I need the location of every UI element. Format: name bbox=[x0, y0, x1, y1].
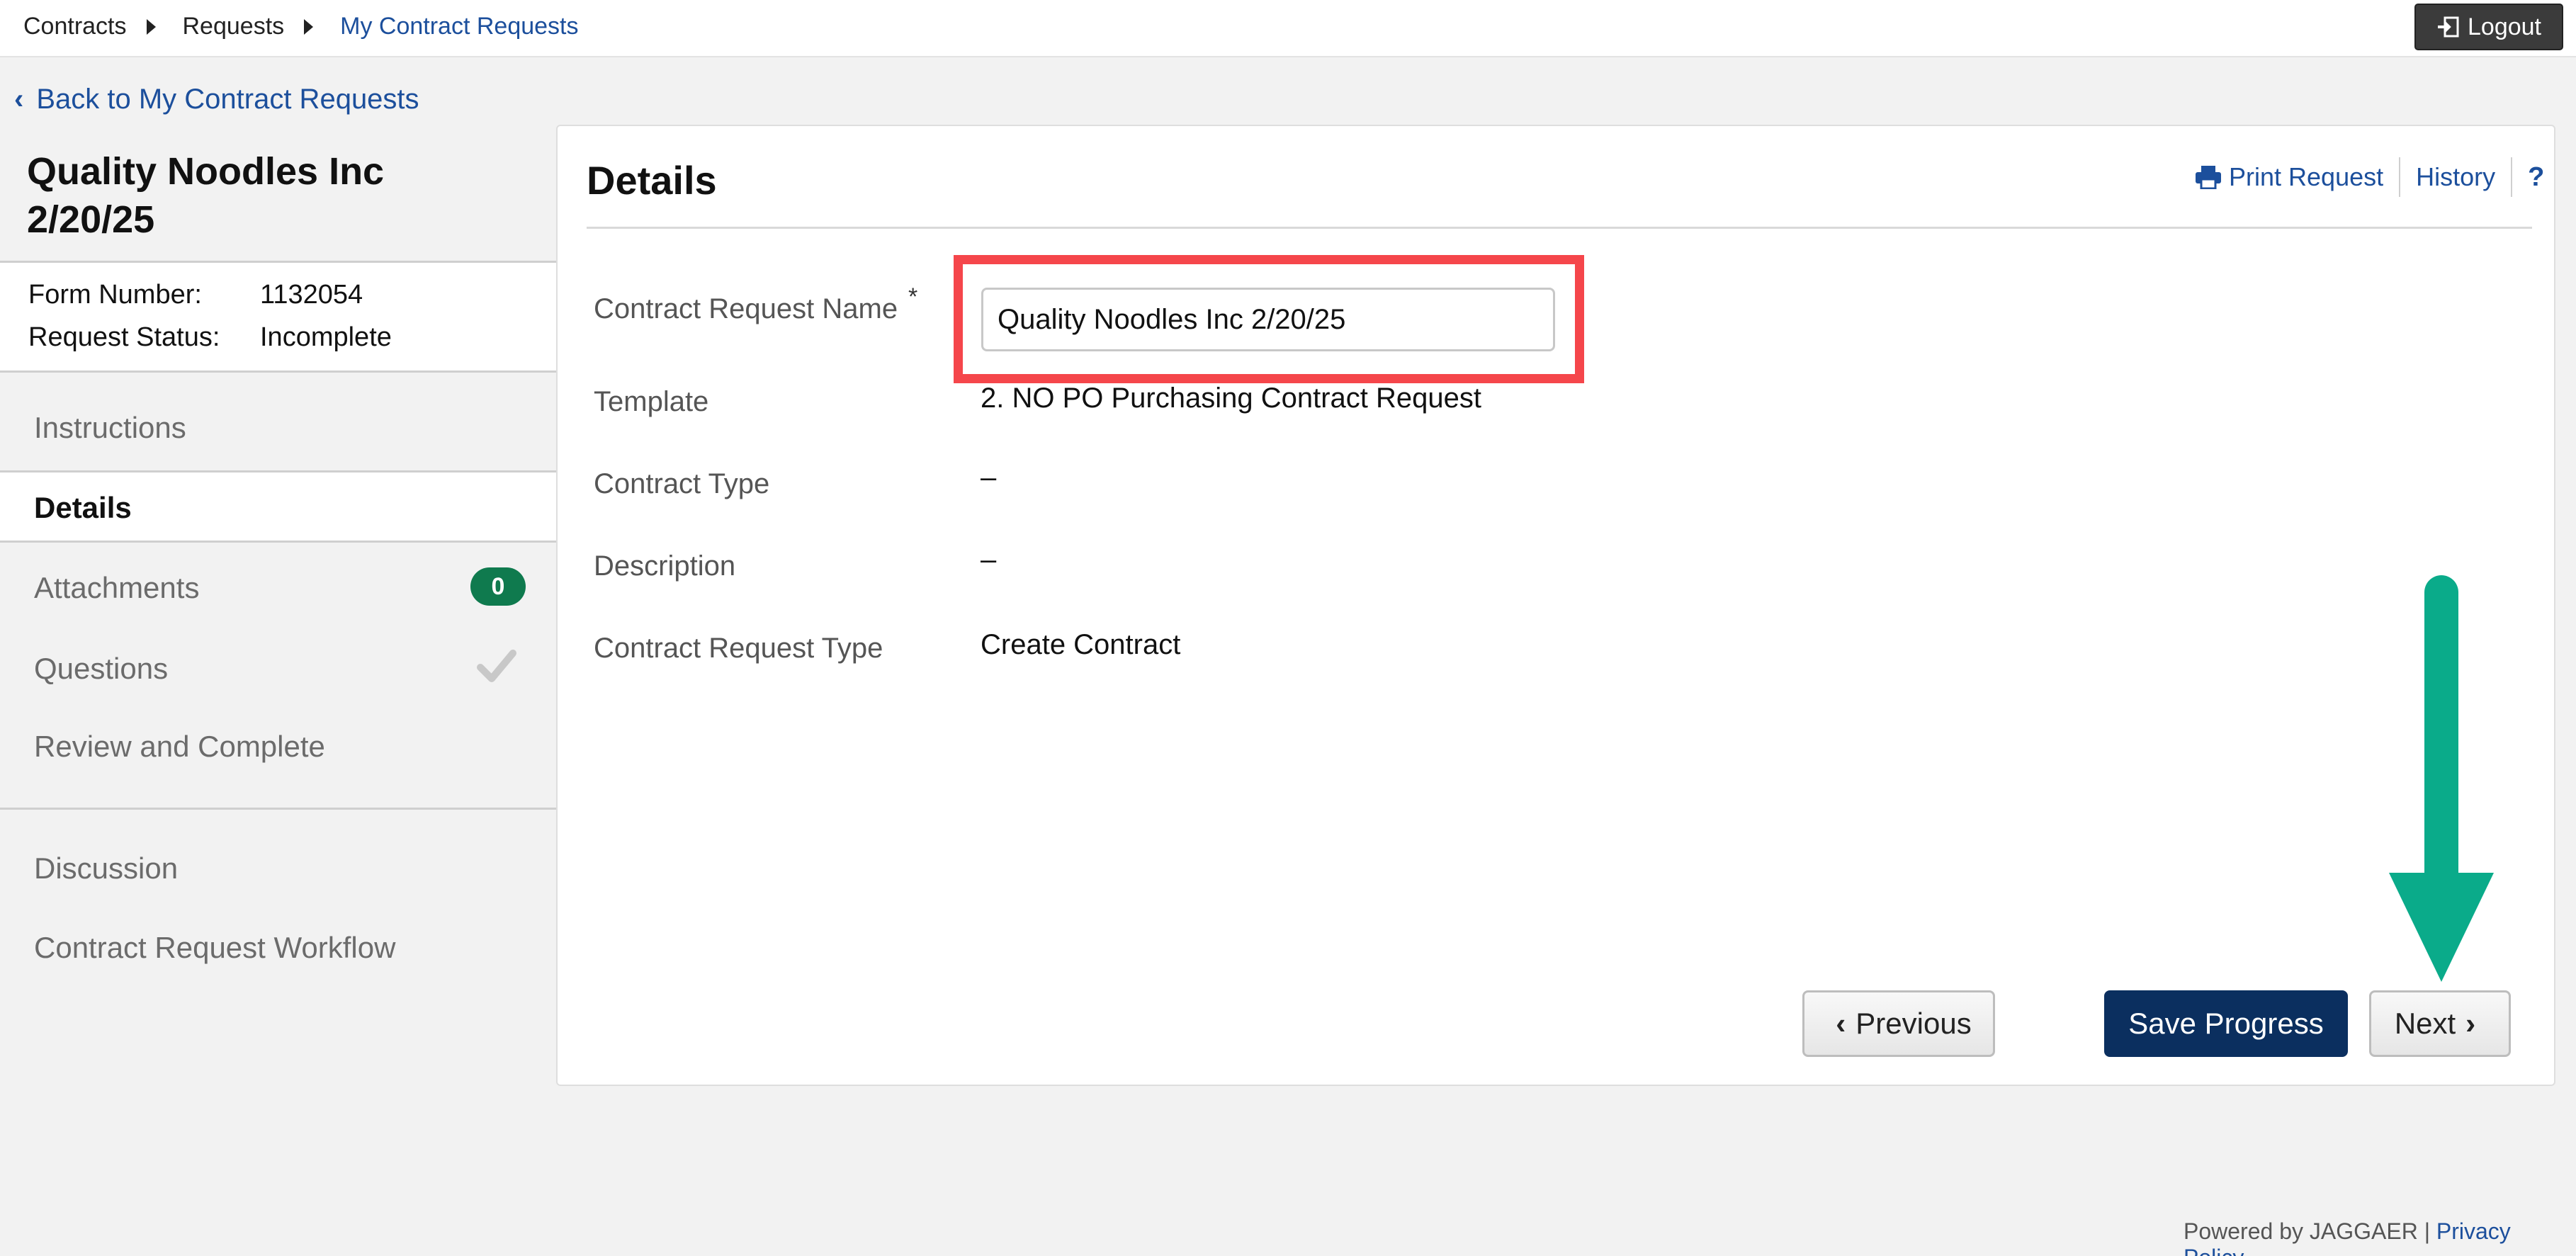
form-number-label: Form Number: bbox=[28, 280, 202, 310]
nav-item-questions[interactable]: Questions bbox=[34, 652, 168, 686]
help-link[interactable]: ? bbox=[2512, 162, 2560, 193]
breadcrumb-separator-icon bbox=[146, 18, 156, 35]
nav-item-instructions[interactable]: Instructions bbox=[34, 411, 186, 445]
print-request-link[interactable]: Print Request bbox=[2179, 162, 2399, 192]
breadcrumb-requests[interactable]: Requests bbox=[183, 13, 285, 40]
chevron-left-icon: ‹ bbox=[1836, 1007, 1846, 1040]
request-status-value: Incomplete bbox=[260, 322, 392, 352]
next-label: Next bbox=[2394, 1007, 2456, 1040]
history-link[interactable]: History bbox=[2400, 162, 2511, 192]
previous-button[interactable]: ‹ Previous bbox=[1802, 990, 1995, 1057]
logout-icon bbox=[2436, 16, 2459, 38]
chevron-left-icon: ‹ bbox=[14, 84, 24, 115]
page-title: Details bbox=[587, 158, 717, 203]
template-value: 2. NO PO Purchasing Contract Request bbox=[981, 383, 1481, 414]
contract-request-type-label: Contract Request Type bbox=[594, 633, 883, 664]
footer: Powered by JAGGAER | Privacy Policy bbox=[2184, 1218, 2576, 1256]
contract-request-name-input[interactable] bbox=[981, 288, 1555, 351]
logout-button[interactable]: Logout bbox=[2414, 4, 2563, 50]
print-request-label: Print Request bbox=[2229, 162, 2384, 191]
breadcrumb-contracts[interactable]: Contracts bbox=[23, 13, 127, 40]
powered-by-text: Powered by JAGGAER | bbox=[2184, 1218, 2436, 1244]
breadcrumb-separator-icon bbox=[304, 18, 314, 35]
request-meta: Form Number: 1132054 Request Status: Incom… bbox=[0, 261, 557, 373]
next-button[interactable]: Next › bbox=[2369, 990, 2511, 1057]
attachments-count-badge: 0 bbox=[470, 567, 526, 606]
header-divider bbox=[587, 227, 2532, 229]
description-label: Description bbox=[594, 550, 736, 582]
printer-icon bbox=[2196, 166, 2221, 189]
save-progress-button[interactable]: Save Progress bbox=[2104, 990, 2348, 1057]
nav-item-details-label: Details bbox=[34, 491, 132, 524]
nav-item-details[interactable]: Details bbox=[0, 470, 557, 543]
request-title-line2: 2/20/25 bbox=[27, 198, 155, 241]
breadcrumb-my-contract-requests[interactable]: My Contract Requests bbox=[340, 13, 578, 40]
form-number-row: Form Number: 1132054 bbox=[28, 280, 363, 310]
nav-item-contract-request-workflow[interactable]: Contract Request Workflow bbox=[34, 931, 395, 965]
back-to-requests-link[interactable]: ‹ Back to My Contract Requests bbox=[14, 84, 419, 115]
contract-type-label: Contract Type bbox=[594, 468, 770, 499]
contract-type-value: – bbox=[981, 462, 997, 493]
request-title-line1: Quality Noodles Inc bbox=[27, 150, 385, 193]
nav-divider bbox=[0, 808, 557, 810]
breadcrumb: Contracts Requests My Contract Requests bbox=[23, 13, 579, 40]
template-label: Template bbox=[594, 386, 709, 417]
request-status-row: Request Status: Incomplete bbox=[28, 322, 392, 353]
nav-item-attachments[interactable]: Attachments bbox=[34, 571, 199, 605]
top-bar: Contracts Requests My Contract Requests … bbox=[0, 0, 2576, 57]
request-title: Quality Noodles Inc 2/20/25 bbox=[27, 147, 537, 244]
description-value: – bbox=[981, 544, 997, 575]
nav-item-review-and-complete[interactable]: Review and Complete bbox=[34, 730, 325, 764]
checkmark-icon bbox=[476, 646, 517, 687]
request-status-label: Request Status: bbox=[28, 322, 220, 352]
contract-request-type-value: Create Contract bbox=[981, 629, 1181, 660]
form-number-value: 1132054 bbox=[260, 280, 363, 310]
required-star-icon: * bbox=[908, 283, 918, 310]
logout-label: Logout bbox=[2468, 13, 2541, 40]
down-arrow-icon bbox=[2389, 575, 2494, 982]
chevron-right-icon: › bbox=[2465, 1007, 2476, 1040]
previous-label: Previous bbox=[1855, 1007, 1972, 1040]
panel-header-links: Print Request History ? bbox=[2179, 157, 2560, 197]
back-link-label: Back to My Contract Requests bbox=[36, 84, 419, 115]
nav-item-discussion[interactable]: Discussion bbox=[34, 852, 178, 886]
contract-request-name-label: Contract Request Name bbox=[594, 293, 898, 324]
